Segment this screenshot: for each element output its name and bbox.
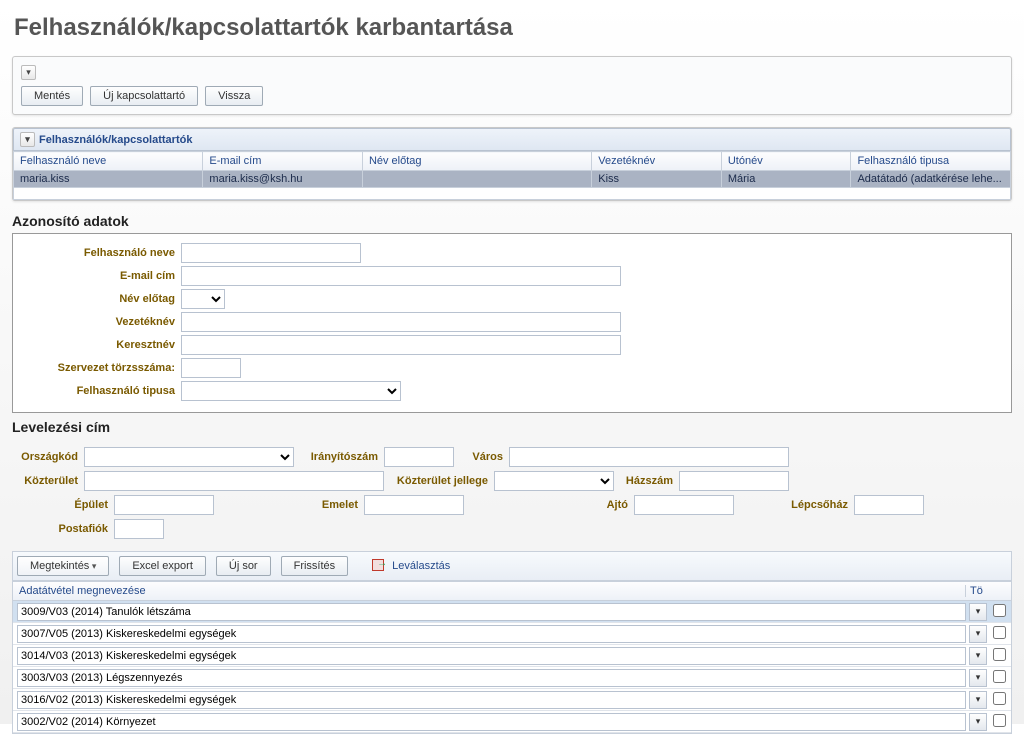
new-row-button[interactable]: Új sor [216, 556, 271, 576]
label-lastname: Vezetéknév [21, 316, 181, 328]
detach-icon [372, 559, 386, 573]
label-prefix: Név előtag [21, 293, 181, 305]
input-floor[interactable] [364, 495, 464, 515]
list-col-name[interactable]: Adatátvétel megnevezése [19, 585, 965, 597]
input-zip[interactable] [384, 447, 454, 467]
input-building[interactable] [114, 495, 214, 515]
list-row-input[interactable] [17, 603, 966, 621]
cell-username: maria.kiss [14, 171, 203, 188]
input-house-no[interactable] [679, 471, 789, 491]
row-dropdown-icon[interactable]: ▾ [969, 691, 987, 709]
col-firstname[interactable]: Utónév [721, 152, 851, 171]
row-dropdown-icon[interactable]: ▾ [969, 603, 987, 621]
input-lastname[interactable] [181, 312, 621, 332]
label-pobox: Postafiók [14, 523, 114, 535]
toggle-top-panel-icon[interactable]: ▾ [21, 65, 36, 80]
input-door[interactable] [634, 495, 734, 515]
cell-prefix [362, 171, 591, 188]
id-section-title: Azonosító adatok [12, 213, 1012, 229]
list-row[interactable]: ▾ [13, 667, 1011, 689]
list-row-input[interactable] [17, 713, 966, 731]
list-toolbar: Megtekintés Excel export Új sor Frissíté… [12, 551, 1012, 581]
users-grid-row[interactable]: maria.kiss maria.kiss@ksh.hu Kiss Mária … [14, 171, 1011, 188]
input-city[interactable] [509, 447, 789, 467]
label-email: E-mail cím [21, 270, 181, 282]
row-checkbox[interactable] [993, 692, 1006, 705]
input-firstname[interactable] [181, 335, 621, 355]
toggle-users-grid-icon[interactable]: ▾ [20, 132, 35, 147]
input-email[interactable] [181, 266, 621, 286]
label-house-no: Házszám [614, 475, 679, 487]
row-checkbox[interactable] [993, 604, 1006, 617]
cell-lastname: Kiss [592, 171, 722, 188]
select-street-type[interactable] [494, 471, 614, 491]
cell-email: maria.kiss@ksh.hu [203, 171, 363, 188]
users-grid-header: ▾ Felhasználók/kapcsolattartók [13, 128, 1011, 151]
users-grid-table: Felhasználó neve E-mail cím Név előtag V… [13, 151, 1011, 200]
input-street[interactable] [84, 471, 384, 491]
mail-form: Országkód Irányítószám Város Közterület … [12, 439, 1012, 551]
label-street-type: Közterület jellege [384, 475, 494, 487]
excel-export-button[interactable]: Excel export [119, 556, 206, 576]
col-lastname[interactable]: Vezetéknév [592, 152, 722, 171]
input-stair[interactable] [854, 495, 924, 515]
list-body: ▾ ▾ ▾ ▾ ▾ ▾ [12, 601, 1012, 734]
list-row-input[interactable] [17, 691, 966, 709]
label-street: Közterület [14, 475, 84, 487]
detach-label[interactable]: Leválasztás [392, 560, 450, 572]
label-username: Felhasználó neve [21, 247, 181, 259]
list-row[interactable]: ▾ [13, 689, 1011, 711]
row-checkbox[interactable] [993, 648, 1006, 661]
list-row-input[interactable] [17, 647, 966, 665]
label-building: Épület [14, 499, 114, 511]
select-type[interactable] [181, 381, 401, 401]
row-checkbox[interactable] [993, 626, 1006, 639]
view-menu-button[interactable]: Megtekintés [17, 556, 109, 576]
row-checkbox[interactable] [993, 714, 1006, 727]
refresh-button[interactable]: Frissítés [281, 556, 349, 576]
new-contact-button[interactable]: Új kapcsolattartó [90, 86, 198, 106]
label-city: Város [454, 451, 509, 463]
label-firstname: Keresztnév [21, 339, 181, 351]
cell-type: Adatátadó (adatkérése lehe... [851, 171, 1011, 188]
list-header: Adatátvétel megnevezése Tö [12, 581, 1012, 601]
cell-firstname: Mária [721, 171, 851, 188]
row-checkbox[interactable] [993, 670, 1006, 683]
col-prefix[interactable]: Név előtag [362, 152, 591, 171]
col-type[interactable]: Felhasználó tipusa [851, 152, 1011, 171]
col-email[interactable]: E-mail cím [203, 152, 363, 171]
select-prefix[interactable] [181, 289, 225, 309]
label-zip: Irányítószám [294, 451, 384, 463]
row-dropdown-icon[interactable]: ▾ [969, 625, 987, 643]
label-floor: Emelet [214, 499, 364, 511]
list-row[interactable]: ▾ [13, 601, 1011, 623]
input-pobox[interactable] [114, 519, 164, 539]
users-grid-title: Felhasználók/kapcsolattartók [39, 134, 192, 146]
label-door: Ajtó [464, 499, 634, 511]
list-row[interactable]: ▾ [13, 623, 1011, 645]
label-country: Országkód [14, 451, 84, 463]
id-form: Felhasználó neve E-mail cím Név előtag V… [12, 233, 1012, 413]
users-grid-panel: ▾ Felhasználók/kapcsolattartók Felhaszná… [12, 127, 1012, 201]
input-username[interactable] [181, 243, 361, 263]
save-button[interactable]: Mentés [21, 86, 83, 106]
mail-section-title: Levelezési cím [12, 419, 1012, 435]
list-col-to[interactable]: Tö [965, 585, 1005, 597]
col-username[interactable]: Felhasználó neve [14, 152, 203, 171]
top-action-panel: ▾ Mentés Új kapcsolattartó Vissza [12, 56, 1012, 115]
label-type: Felhasználó tipusa [21, 385, 181, 397]
row-dropdown-icon[interactable]: ▾ [969, 669, 987, 687]
page-title: Felhasználók/kapcsolattartók karbantartá… [14, 14, 1012, 42]
list-row[interactable]: ▾ [13, 645, 1011, 667]
label-stair: Lépcsőház [734, 499, 854, 511]
list-row-input[interactable] [17, 625, 966, 643]
row-dropdown-icon[interactable]: ▾ [969, 647, 987, 665]
label-orgid: Szervezet törzsszáma: [21, 362, 181, 374]
back-button[interactable]: Vissza [205, 86, 263, 106]
row-dropdown-icon[interactable]: ▾ [969, 713, 987, 731]
input-orgid[interactable] [181, 358, 241, 378]
list-row-input[interactable] [17, 669, 966, 687]
list-row[interactable]: ▾ [13, 711, 1011, 733]
select-country[interactable] [84, 447, 294, 467]
